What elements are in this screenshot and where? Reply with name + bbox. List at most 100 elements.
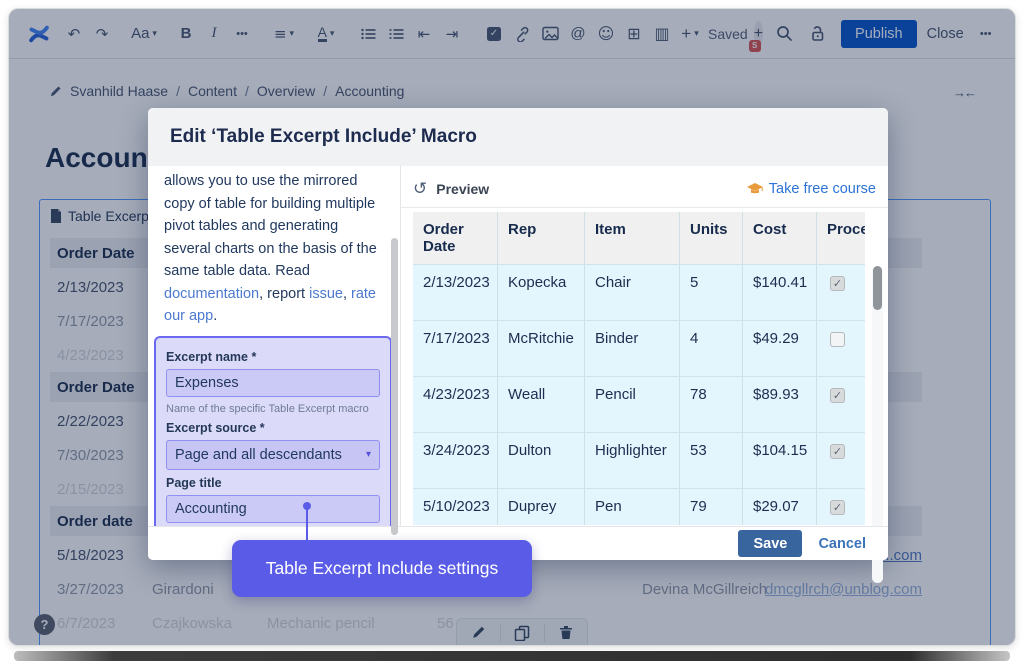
excerpt-name-input[interactable]: [166, 369, 380, 397]
excerpt-source-select[interactable]: Page and all descendants ▾: [166, 440, 380, 470]
preview-cell-rep: Kopecka: [497, 265, 584, 320]
macro-label: Table Excerpt: [50, 208, 153, 224]
refresh-icon[interactable]: ↺: [413, 179, 427, 199]
excerpt-name-label: Excerpt name *: [166, 350, 380, 364]
table-button[interactable]: ⊞: [623, 21, 645, 47]
redo-icon[interactable]: ↷: [91, 21, 113, 47]
preview-cell-rep: Duprey: [497, 489, 584, 525]
help-button[interactable]: ?: [34, 614, 55, 635]
copy-macro-icon[interactable]: [514, 625, 530, 641]
preview-cell-processed: ✓: [816, 265, 865, 320]
unlock-icon[interactable]: [806, 21, 828, 47]
more-formatting-button[interactable]: •••: [231, 21, 253, 47]
text-style-dropdown[interactable]: Aa▾: [133, 21, 155, 47]
report-issue-link[interactable]: issue: [309, 286, 343, 302]
bold-button[interactable]: B: [175, 21, 197, 47]
processed-checkbox[interactable]: ✓: [830, 276, 845, 291]
publish-button[interactable]: Publish: [841, 20, 917, 48]
preview-cell-date: 5/10/2023: [413, 489, 497, 525]
preview-cell-date: 2/13/2023: [413, 265, 497, 320]
insert-dropdown[interactable]: +▾: [679, 21, 701, 47]
image-button[interactable]: [539, 21, 561, 47]
preview-header-row: Order DateRepItemUnitsCostProcessed: [413, 212, 865, 264]
macro-action-toolbar: [456, 618, 588, 646]
preview-header-cell: Item: [584, 212, 679, 264]
italic-button[interactable]: I: [203, 21, 225, 47]
edit-macro-icon[interactable]: [471, 625, 486, 640]
delete-macro-icon[interactable]: [559, 625, 573, 640]
annotation-tooltip: Table Excerpt Include settings: [232, 540, 532, 597]
preview-cell-cost: $29.07: [742, 489, 816, 525]
breadcrumb-content[interactable]: Content: [188, 83, 237, 99]
task-check-icon: ✓: [487, 27, 501, 41]
alignment-dropdown[interactable]: ≡▾: [273, 21, 295, 47]
preview-cell-rep: Dulton: [497, 433, 584, 488]
task-list-button[interactable]: ✓: [483, 21, 505, 47]
chevron-down-icon: ▾: [366, 449, 371, 460]
collapse-width-icon[interactable]: →←: [953, 85, 975, 100]
processed-checkbox[interactable]: ✓: [830, 388, 845, 403]
excerpt-settings-group: Excerpt name * Name of the specific Tabl…: [154, 336, 392, 527]
macro-settings-column: allows you to use the mirrored copy of t…: [148, 166, 401, 526]
bg-cell-name: Devina McGillreich: [642, 581, 767, 598]
more-menu-button[interactable]: •••: [975, 21, 997, 47]
breadcrumb-overview[interactable]: Overview: [257, 83, 315, 99]
chevron-down-icon: ▾: [152, 29, 157, 39]
settings-scrollbar[interactable]: [391, 238, 398, 535]
preview-cell-rep: Weall: [497, 377, 584, 432]
editor-toolbar: ↶ ↷ Aa▾ B I ••• ≡▾ A▾ ⇤ ⇥ ✓: [9, 9, 1015, 59]
indent-icon[interactable]: ⇥: [441, 21, 463, 47]
preview-cell-units: 78: [679, 377, 742, 432]
document-icon: [50, 209, 62, 223]
preview-scrollbar-thumb[interactable]: [873, 266, 882, 310]
breadcrumb-space[interactable]: Svanhild Haase: [70, 83, 168, 99]
preview-header-cell: Rep: [497, 212, 584, 264]
dialog-title: Edit ‘Table Excerpt Include’ Macro: [148, 108, 888, 166]
screenshot-frame: ↶ ↷ Aa▾ B I ••• ≡▾ A▾ ⇤ ⇥ ✓: [0, 0, 1024, 667]
edit-pencil-icon: [49, 85, 62, 98]
excerpt-name-help: Name of the specific Table Excerpt macro: [166, 403, 380, 415]
close-button[interactable]: Close: [927, 26, 964, 42]
bullet-list-button[interactable]: [357, 21, 379, 47]
preview-cell-date: 7/17/2023: [413, 321, 497, 376]
save-button[interactable]: Save: [738, 530, 802, 557]
processed-checkbox[interactable]: [830, 332, 845, 347]
take-free-course-link[interactable]: Take free course: [746, 181, 876, 197]
preview-header-cell: Processed: [816, 212, 865, 264]
processed-checkbox[interactable]: ✓: [830, 500, 845, 515]
preview-cell-processed: ✓: [816, 433, 865, 488]
cancel-button[interactable]: Cancel: [818, 536, 866, 552]
numbered-list-button[interactable]: [385, 21, 407, 47]
preview-cell-units: 4: [679, 321, 742, 376]
page-title-input[interactable]: [166, 495, 380, 523]
bg-cell-date: 4/23/2023: [57, 347, 152, 364]
processed-checkbox[interactable]: ✓: [830, 444, 845, 459]
preview-table: Order DateRepItemUnitsCostProcessed 2/13…: [413, 212, 865, 525]
outdent-icon[interactable]: ⇤: [413, 21, 435, 47]
link-button[interactable]: [511, 21, 533, 47]
graduation-cap-icon: [746, 182, 764, 196]
preview-row: 5/10/2023DupreyPen79$29.07✓: [413, 488, 865, 525]
emoji-button[interactable]: ☺: [595, 21, 617, 47]
bg-cell-date: 6/7/2023: [57, 615, 152, 632]
preview-cell-units: 79: [679, 489, 742, 525]
email-link[interactable]: dmcgllrch@unblog.com: [765, 581, 922, 598]
documentation-link[interactable]: documentation: [164, 286, 259, 302]
bg-cell-date: 7/30/2023: [57, 447, 152, 464]
text-color-dropdown[interactable]: A▾: [315, 21, 337, 47]
mention-button[interactable]: @: [567, 21, 589, 47]
bg-cell-date: 7/17/2023: [57, 313, 152, 330]
search-icon[interactable]: [773, 21, 795, 47]
layout-button[interactable]: ▥: [651, 21, 673, 47]
macro-edit-dialog: Edit ‘Table Excerpt Include’ Macro allow…: [148, 108, 888, 560]
preview-cell-units: 53: [679, 433, 742, 488]
breadcrumb-accounting[interactable]: Accounting: [335, 83, 404, 99]
excerpt-source-label: Excerpt source *: [166, 421, 380, 435]
frame-shadow-bar: [14, 651, 1010, 661]
preview-label: Preview: [436, 181, 489, 197]
preview-header-cell: Order Date: [413, 212, 497, 264]
preview-cell-processed: ✓: [816, 377, 865, 432]
preview-row: 4/23/2023WeallPencil78$89.93✓: [413, 376, 865, 432]
undo-icon[interactable]: ↶: [63, 21, 85, 47]
preview-header-cell: Cost: [742, 212, 816, 264]
